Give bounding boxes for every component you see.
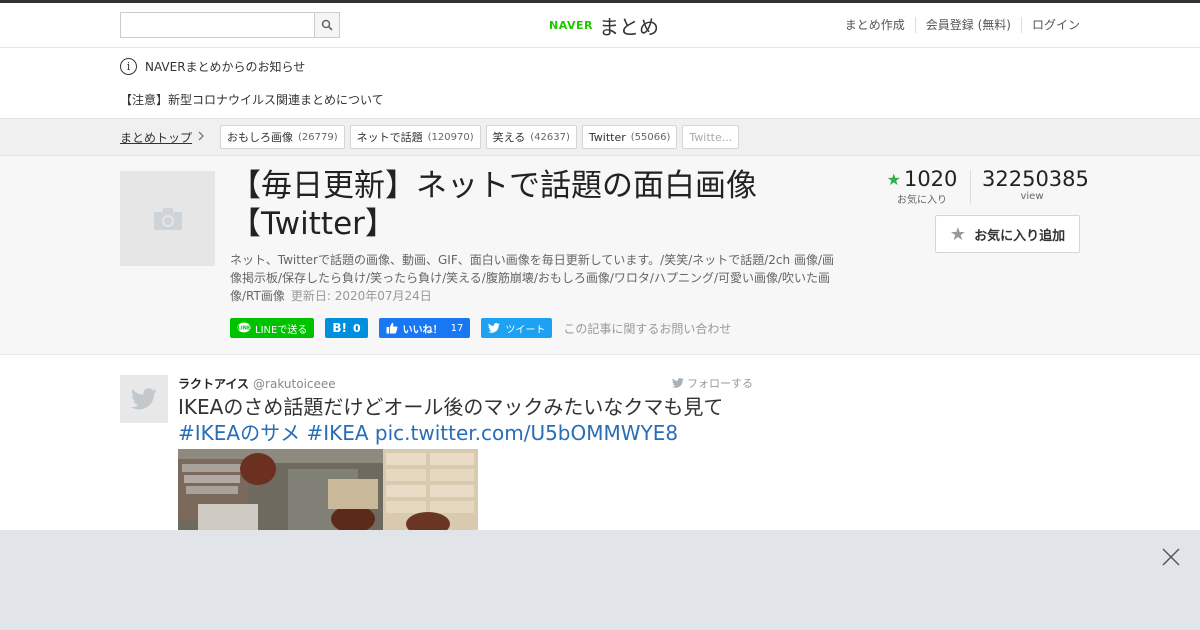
favorites-stat: ★ 1020 お気に入り	[886, 167, 958, 206]
tag-label: Twitter	[588, 130, 626, 144]
share-buttons: LINE LINEで送る B! 0 いいね！ 17 ツイート この記事に関するお…	[230, 318, 731, 338]
tag-count: (55066)	[630, 131, 671, 143]
tag-more[interactable]: Twitte...	[682, 125, 740, 149]
tag-count: (42637)	[530, 131, 570, 143]
tweet-text: IKEAのさめ話題だけどオール後のマックみたいなクマも見て #IKEAのサメ #…	[178, 394, 758, 446]
line-share-button[interactable]: LINE LINEで送る	[230, 318, 315, 338]
tweet-author[interactable]: ラクトアイス @rakutoiceee	[178, 375, 336, 392]
avatar[interactable]	[120, 375, 168, 423]
close-button[interactable]	[1162, 548, 1180, 566]
tag-label: 笑える	[492, 131, 526, 144]
tweet-author-name: ラクトアイス	[178, 377, 250, 391]
facebook-like-count: 17	[450, 322, 464, 334]
logo-naver: NAVER	[549, 18, 593, 32]
tag-label: おもしろ画像	[227, 131, 293, 144]
logo-matome: まとめ	[598, 14, 659, 39]
tag-label: Twitte...	[689, 130, 733, 144]
search-button[interactable]	[314, 13, 339, 37]
site-logo[interactable]: NAVER まとめ	[549, 12, 659, 39]
login-link[interactable]: ログイン	[1020, 17, 1080, 33]
create-matome-link[interactable]: まとめ作成	[835, 17, 915, 33]
tag-label: ネットで話題	[356, 131, 423, 144]
category-tags: おもしろ画像 (26779) ネットで話題 (120970) 笑える (42637) …	[220, 125, 744, 149]
site-header: NAVER まとめ まとめ作成 会員登録 (無料) ログイン	[0, 3, 1200, 48]
camera-icon	[153, 207, 182, 230]
add-favorite-label: お気に入り追加	[974, 228, 1066, 244]
register-link[interactable]: 会員登録 (無料)	[914, 17, 1021, 33]
tweet-button-label: ツイート	[505, 324, 546, 336]
thumbs-up-icon	[386, 322, 398, 334]
inquiry-link[interactable]: この記事に関するお問い合わせ	[563, 320, 731, 337]
tweet-button[interactable]: ツイート	[481, 318, 553, 338]
favorites-label: お気に入り	[897, 195, 947, 206]
hatena-bookmark-button[interactable]: B! 0	[325, 318, 368, 338]
star-icon: ★	[949, 223, 967, 245]
twitter-bird-icon	[672, 378, 684, 388]
svg-text:LINE: LINE	[238, 326, 251, 332]
article-header: 【毎日更新】ネットで話題の面白画像 【Twitter】 ネット、Twitterで…	[0, 156, 1200, 355]
follow-button[interactable]: フォローする	[672, 375, 753, 391]
tweet-links[interactable]: #IKEAのサメ #IKEA pic.twitter.com/U5bOMMWYE…	[178, 420, 758, 446]
ad-banner	[0, 530, 1200, 630]
search-box	[120, 12, 340, 38]
header-links: まとめ作成 会員登録 (無料) ログイン	[835, 17, 1080, 33]
line-share-label: LINEで送る	[255, 324, 308, 336]
twitter-bird-icon	[131, 388, 157, 410]
follow-label: フォローする	[687, 377, 753, 390]
views-label: view	[1020, 191, 1044, 202]
notice-title-text: NAVERまとめからのお知らせ	[145, 60, 306, 74]
article-description: ネット、Twitterで話題の画像、動画、GIF、面白い画像を毎日更新しています…	[230, 251, 845, 305]
article-updated: 更新日: 2020年07月24日	[290, 289, 432, 303]
facebook-like-button[interactable]: いいね！ 17	[378, 318, 471, 338]
info-icon: i	[120, 58, 137, 75]
notice-title[interactable]: i NAVERまとめからのお知らせ	[120, 58, 305, 75]
breadcrumb-top-link[interactable]: まとめトップ	[120, 129, 192, 146]
breadcrumb: まとめトップ おもしろ画像 (26779) ネットで話題 (120970) 笑える (…	[0, 118, 1200, 156]
star-icon: ★	[886, 169, 901, 189]
tag-omoshiro-gazou[interactable]: おもしろ画像 (26779)	[220, 125, 345, 149]
stats-divider	[970, 170, 971, 204]
tag-count: (120970)	[427, 131, 474, 143]
article-title-line1: 【毎日更新】ネットで話題の面白画像	[230, 168, 757, 204]
article-title: 【毎日更新】ネットで話題の面白画像 【Twitter】	[230, 167, 820, 243]
facebook-like-label: いいね！	[402, 324, 443, 336]
hatena-count: 0	[352, 321, 361, 335]
search-icon	[321, 19, 333, 31]
tag-net-de-wadai[interactable]: ネットで話題 (120970)	[349, 125, 481, 149]
views-stat: 32250385 view	[982, 167, 1089, 202]
tag-count: (26779)	[298, 131, 338, 143]
chevron-right-icon	[197, 128, 205, 145]
notice-item-link[interactable]: 【注意】新型コロナウイルス関連まとめについて	[120, 91, 384, 108]
line-icon: LINE	[237, 322, 251, 333]
close-icon	[1162, 548, 1180, 566]
tweet-image[interactable]	[178, 449, 478, 530]
views-count: 32250385	[982, 167, 1089, 191]
tag-twitter[interactable]: Twitter (55066)	[581, 125, 678, 149]
tweet-author-handle: @rakutoiceee	[253, 377, 336, 391]
article-thumbnail	[120, 171, 215, 266]
tag-waraeru[interactable]: 笑える (42637)	[485, 125, 577, 149]
twitter-bird-icon	[488, 323, 501, 333]
add-favorite-button[interactable]: ★ お気に入り追加	[935, 215, 1080, 253]
favorites-count: 1020	[903, 167, 958, 191]
hatena-icon: B!	[332, 321, 347, 335]
search-input[interactable]	[121, 13, 315, 37]
article-title-line2: 【Twitter】	[230, 206, 396, 242]
tweet-body: IKEAのさめ話題だけどオール後のマックみたいなクマも見て	[178, 395, 724, 419]
tweet-photo	[178, 449, 478, 530]
